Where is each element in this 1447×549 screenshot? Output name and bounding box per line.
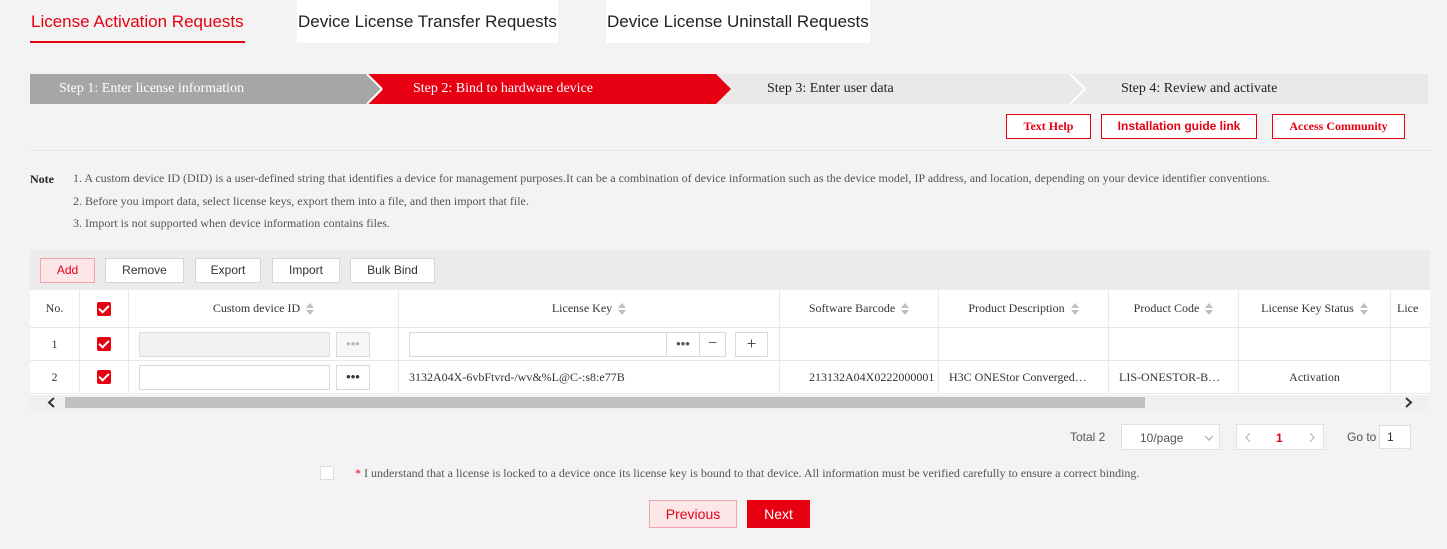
current-page[interactable]: 1 (1276, 431, 1283, 445)
table-row-2-status: Activation (1239, 361, 1391, 394)
add-button[interactable]: Add (40, 258, 95, 283)
more-button[interactable]: ••• (336, 332, 370, 357)
step-4: Step 4: Review and activate (1121, 81, 1278, 96)
page-size-value: 10/page (1140, 431, 1184, 445)
pager: 1 (1236, 424, 1324, 450)
step-1: Step 1: Enter license information (59, 81, 245, 96)
remove-button[interactable]: Remove (105, 258, 184, 283)
agreement-text: * I understand that a license is locked … (355, 466, 1140, 480)
table-row-1-license-key: ••• − + (399, 328, 780, 361)
header-no: No. (30, 290, 80, 328)
table-row-1-device-id: ••• (129, 328, 399, 361)
total-count: Total 2 (1070, 430, 1106, 444)
divider (30, 150, 1430, 151)
header-truncated-column: Lice (1391, 290, 1430, 328)
table-row-2-device-id: ••• (129, 361, 399, 394)
license-table: No. Custom device ID License Key Softwar… (30, 290, 1430, 395)
row-checkbox[interactable] (97, 337, 111, 351)
horizontal-scrollbar[interactable] (30, 395, 1430, 410)
plus-icon[interactable]: + (735, 332, 768, 357)
sort-icon[interactable] (618, 302, 627, 315)
table-row-1-no: 1 (30, 328, 80, 361)
select-all-checkbox[interactable] (97, 301, 111, 316)
note-line-2: 2. Before you import data, select licens… (73, 194, 529, 208)
header-license-key[interactable]: License Key (399, 290, 780, 328)
device-id-input[interactable] (139, 365, 330, 390)
note-line-1: 1. A custom device ID (DID) is a user-de… (73, 171, 1270, 185)
header-software-barcode[interactable]: Software Barcode (780, 290, 939, 328)
table-row-1-select[interactable] (80, 328, 129, 361)
sort-icon[interactable] (306, 302, 315, 315)
next-button[interactable]: Next (747, 500, 810, 528)
device-id-input[interactable] (139, 332, 330, 357)
chevron-right-icon[interactable] (1308, 432, 1316, 443)
header-license-key-status[interactable]: License Key Status (1239, 290, 1391, 328)
header-select-all[interactable] (80, 290, 129, 328)
minus-icon[interactable]: − (699, 332, 726, 357)
table-row-1-product-description (939, 328, 1109, 361)
tab-device-license-transfer-requests[interactable]: Device License Transfer Requests (297, 0, 558, 43)
table-row-2-product-description: H3C ONEStor Converged… (939, 361, 1109, 394)
import-button[interactable]: Import (272, 258, 340, 283)
table-row-2-software-barcode: 213132A04X0222000001 (780, 361, 939, 394)
scroll-left-icon[interactable] (46, 397, 56, 408)
table-row-2-truncated (1391, 361, 1430, 394)
more-button[interactable]: ••• (336, 365, 370, 390)
header-product-description[interactable]: Product Description (939, 290, 1109, 328)
stepper: Step 1: Enter license information Step 2… (30, 74, 1428, 104)
license-key-input[interactable] (409, 332, 667, 357)
table-row-2-no: 2 (30, 361, 80, 394)
chevron-down-icon (1204, 435, 1214, 441)
scroll-right-icon[interactable] (1404, 397, 1414, 408)
header-product-code[interactable]: Product Code (1109, 290, 1239, 328)
sort-icon[interactable] (901, 302, 910, 315)
sort-icon[interactable] (1205, 302, 1214, 315)
more-button[interactable]: ••• (666, 332, 700, 357)
bulk-bind-button[interactable]: Bulk Bind (350, 258, 435, 283)
tab-device-license-uninstall-requests[interactable]: Device License Uninstall Requests (606, 0, 870, 43)
table-row-1-product-code (1109, 328, 1239, 361)
table-row-1-software-barcode (780, 328, 939, 361)
table-row-2-license-key: 3132A04X-6vbFtvrd-/wv&%L@C-:s8:e77B (399, 361, 780, 394)
tab-license-activation-requests[interactable]: License Activation Requests (30, 0, 245, 43)
goto-label: Go to (1347, 430, 1377, 444)
table-row-2-product-code: LIS-ONESTOR-B… (1109, 361, 1239, 394)
step-2: Step 2: Bind to hardware device (413, 81, 594, 96)
row-checkbox[interactable] (97, 370, 111, 384)
installation-guide-button[interactable]: Installation guide link (1101, 114, 1257, 139)
goto-value: 1 (1387, 430, 1394, 444)
note-line-3: 3. Import is not supported when device i… (73, 216, 390, 230)
text-help-button[interactable]: Text Help (1006, 114, 1091, 139)
table-row-1-truncated (1391, 328, 1430, 361)
sort-icon[interactable] (1359, 302, 1368, 315)
export-button[interactable]: Export (195, 258, 261, 283)
step-3: Step 3: Enter user data (767, 81, 894, 96)
goto-input[interactable]: 1 (1379, 425, 1411, 449)
sort-icon[interactable] (1070, 302, 1079, 315)
previous-button[interactable]: Previous (649, 500, 737, 528)
scrollbar-thumb[interactable] (65, 397, 1145, 408)
header-custom-device-id[interactable]: Custom device ID (129, 290, 399, 328)
table-row-1-status (1239, 328, 1391, 361)
table-row-2-select[interactable] (80, 361, 129, 394)
agreement-checkbox[interactable] (320, 466, 334, 480)
note-title: Note (30, 172, 54, 186)
access-community-button[interactable]: Access Community (1272, 114, 1405, 139)
chevron-left-icon[interactable] (1244, 432, 1252, 443)
page-size-select[interactable]: 10/page (1121, 424, 1220, 450)
table-toolbar: Add Remove Export Import Bulk Bind (30, 250, 1430, 290)
